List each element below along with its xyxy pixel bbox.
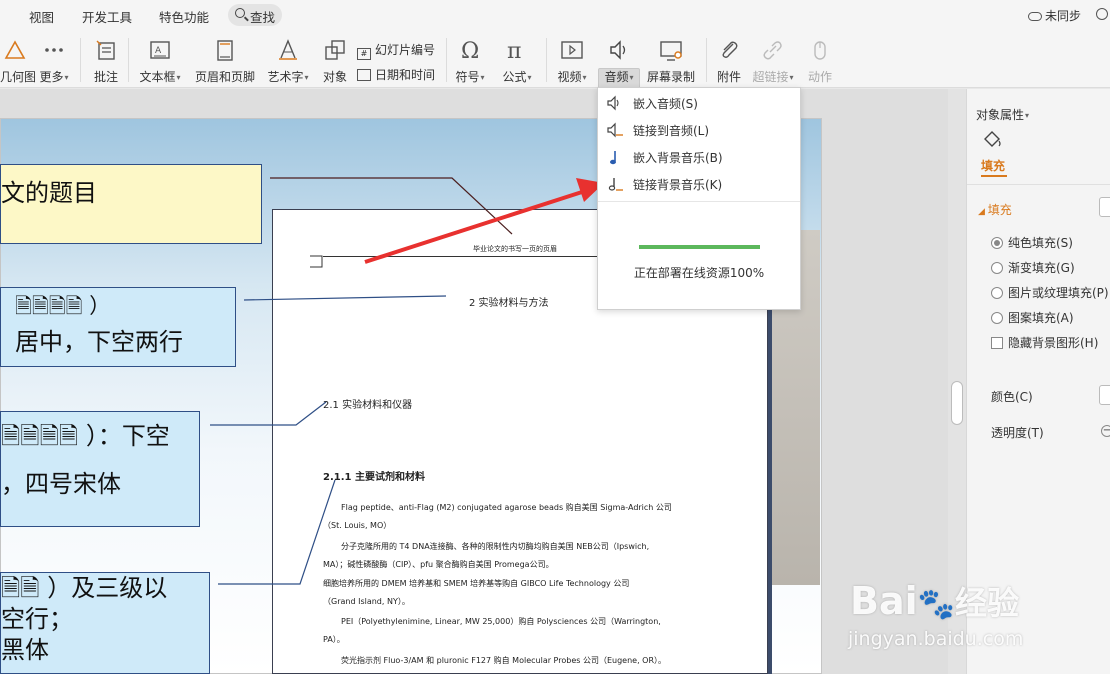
audio-dropdown-menu: 嵌入音频(S) 链接到音频(L) 嵌入背景音乐(B) 链接背景音乐(K) 正在部… [597, 87, 801, 310]
checkbox-label: 隐藏背景图形(H) [1008, 336, 1099, 350]
fill-section-header[interactable]: ◢ 填充 [978, 201, 1012, 218]
transparency-decrease-icon[interactable]: − [1101, 425, 1110, 437]
panel-title[interactable]: 对象属性▾ [976, 106, 1029, 123]
menu-item-label: 嵌入背景音乐(B) [633, 151, 723, 165]
panel-divider [967, 184, 1110, 185]
color-picker[interactable] [1099, 385, 1110, 405]
radio-icon [991, 262, 1003, 274]
color-label: 颜色(C) [991, 390, 1033, 404]
transparency-label: 透明度(T) [991, 426, 1044, 440]
radio-solid-fill[interactable]: 纯色填充(S) [991, 234, 1073, 251]
checkbox-icon [991, 337, 1003, 349]
radio-label: 纯色填充(S) [1008, 236, 1073, 250]
menu-divider [598, 201, 800, 202]
connector-lines [210, 177, 604, 585]
radio-gradient-fill[interactable]: 渐变填充(G) [991, 259, 1075, 276]
fill-bucket-icon [984, 131, 1001, 147]
music-link-icon [608, 178, 623, 191]
radio-label: 渐变填充(G) [1008, 261, 1075, 275]
radio-icon [991, 237, 1003, 249]
radio-icon [991, 287, 1003, 299]
scrollbar-thumb[interactable] [951, 381, 963, 425]
menu-item-embed-audio[interactable]: 嵌入音频(S) [598, 89, 800, 116]
menu-item-label: 链接背景音乐(K) [633, 178, 723, 192]
radio-pattern-fill[interactable]: 图案填充(A) [991, 309, 1074, 326]
watermark-brand2: 经验 [955, 584, 1020, 622]
menu-item-label: 嵌入音频(S) [633, 97, 698, 111]
radio-label: 图案填充(A) [1008, 311, 1074, 325]
radio-label: 图片或纹理填充(P) [1008, 286, 1109, 300]
speaker-icon [607, 95, 619, 111]
radio-picture-fill[interactable]: 图片或纹理填充(P) [991, 284, 1109, 301]
music-note-icon [610, 151, 616, 165]
menu-item-link-audio[interactable]: 链接到音频(L) [598, 116, 800, 143]
red-arrow-shaft [364, 190, 583, 264]
panel-title-text: 对象属性 [976, 108, 1025, 122]
radio-icon [991, 312, 1003, 324]
deploy-status-text: 正在部署在线资源100% [633, 266, 765, 280]
menu-item-embed-bg-music[interactable]: 嵌入背景音乐(B) [598, 143, 800, 170]
fill-section-label: 填充 [987, 203, 1012, 217]
baidu-watermark-url: jingyan.baidu.com [848, 628, 1024, 650]
speaker-link-icon [607, 122, 623, 138]
fill-section-toggle[interactable] [1099, 197, 1110, 217]
tab-underline [981, 175, 1007, 177]
menu-item-label: 链接到音频(L) [633, 124, 710, 138]
checkbox-hide-background[interactable]: 隐藏背景图形(H) [991, 334, 1098, 351]
tab-fill[interactable]: 填充 [981, 157, 1005, 174]
watermark-brand: Bai [850, 579, 918, 623]
menu-item-link-bg-music[interactable]: 链接背景音乐(K) [598, 170, 800, 197]
deploy-progress-bar [639, 245, 760, 249]
baidu-watermark-logo: Bai🐾经验 [850, 579, 1020, 623]
